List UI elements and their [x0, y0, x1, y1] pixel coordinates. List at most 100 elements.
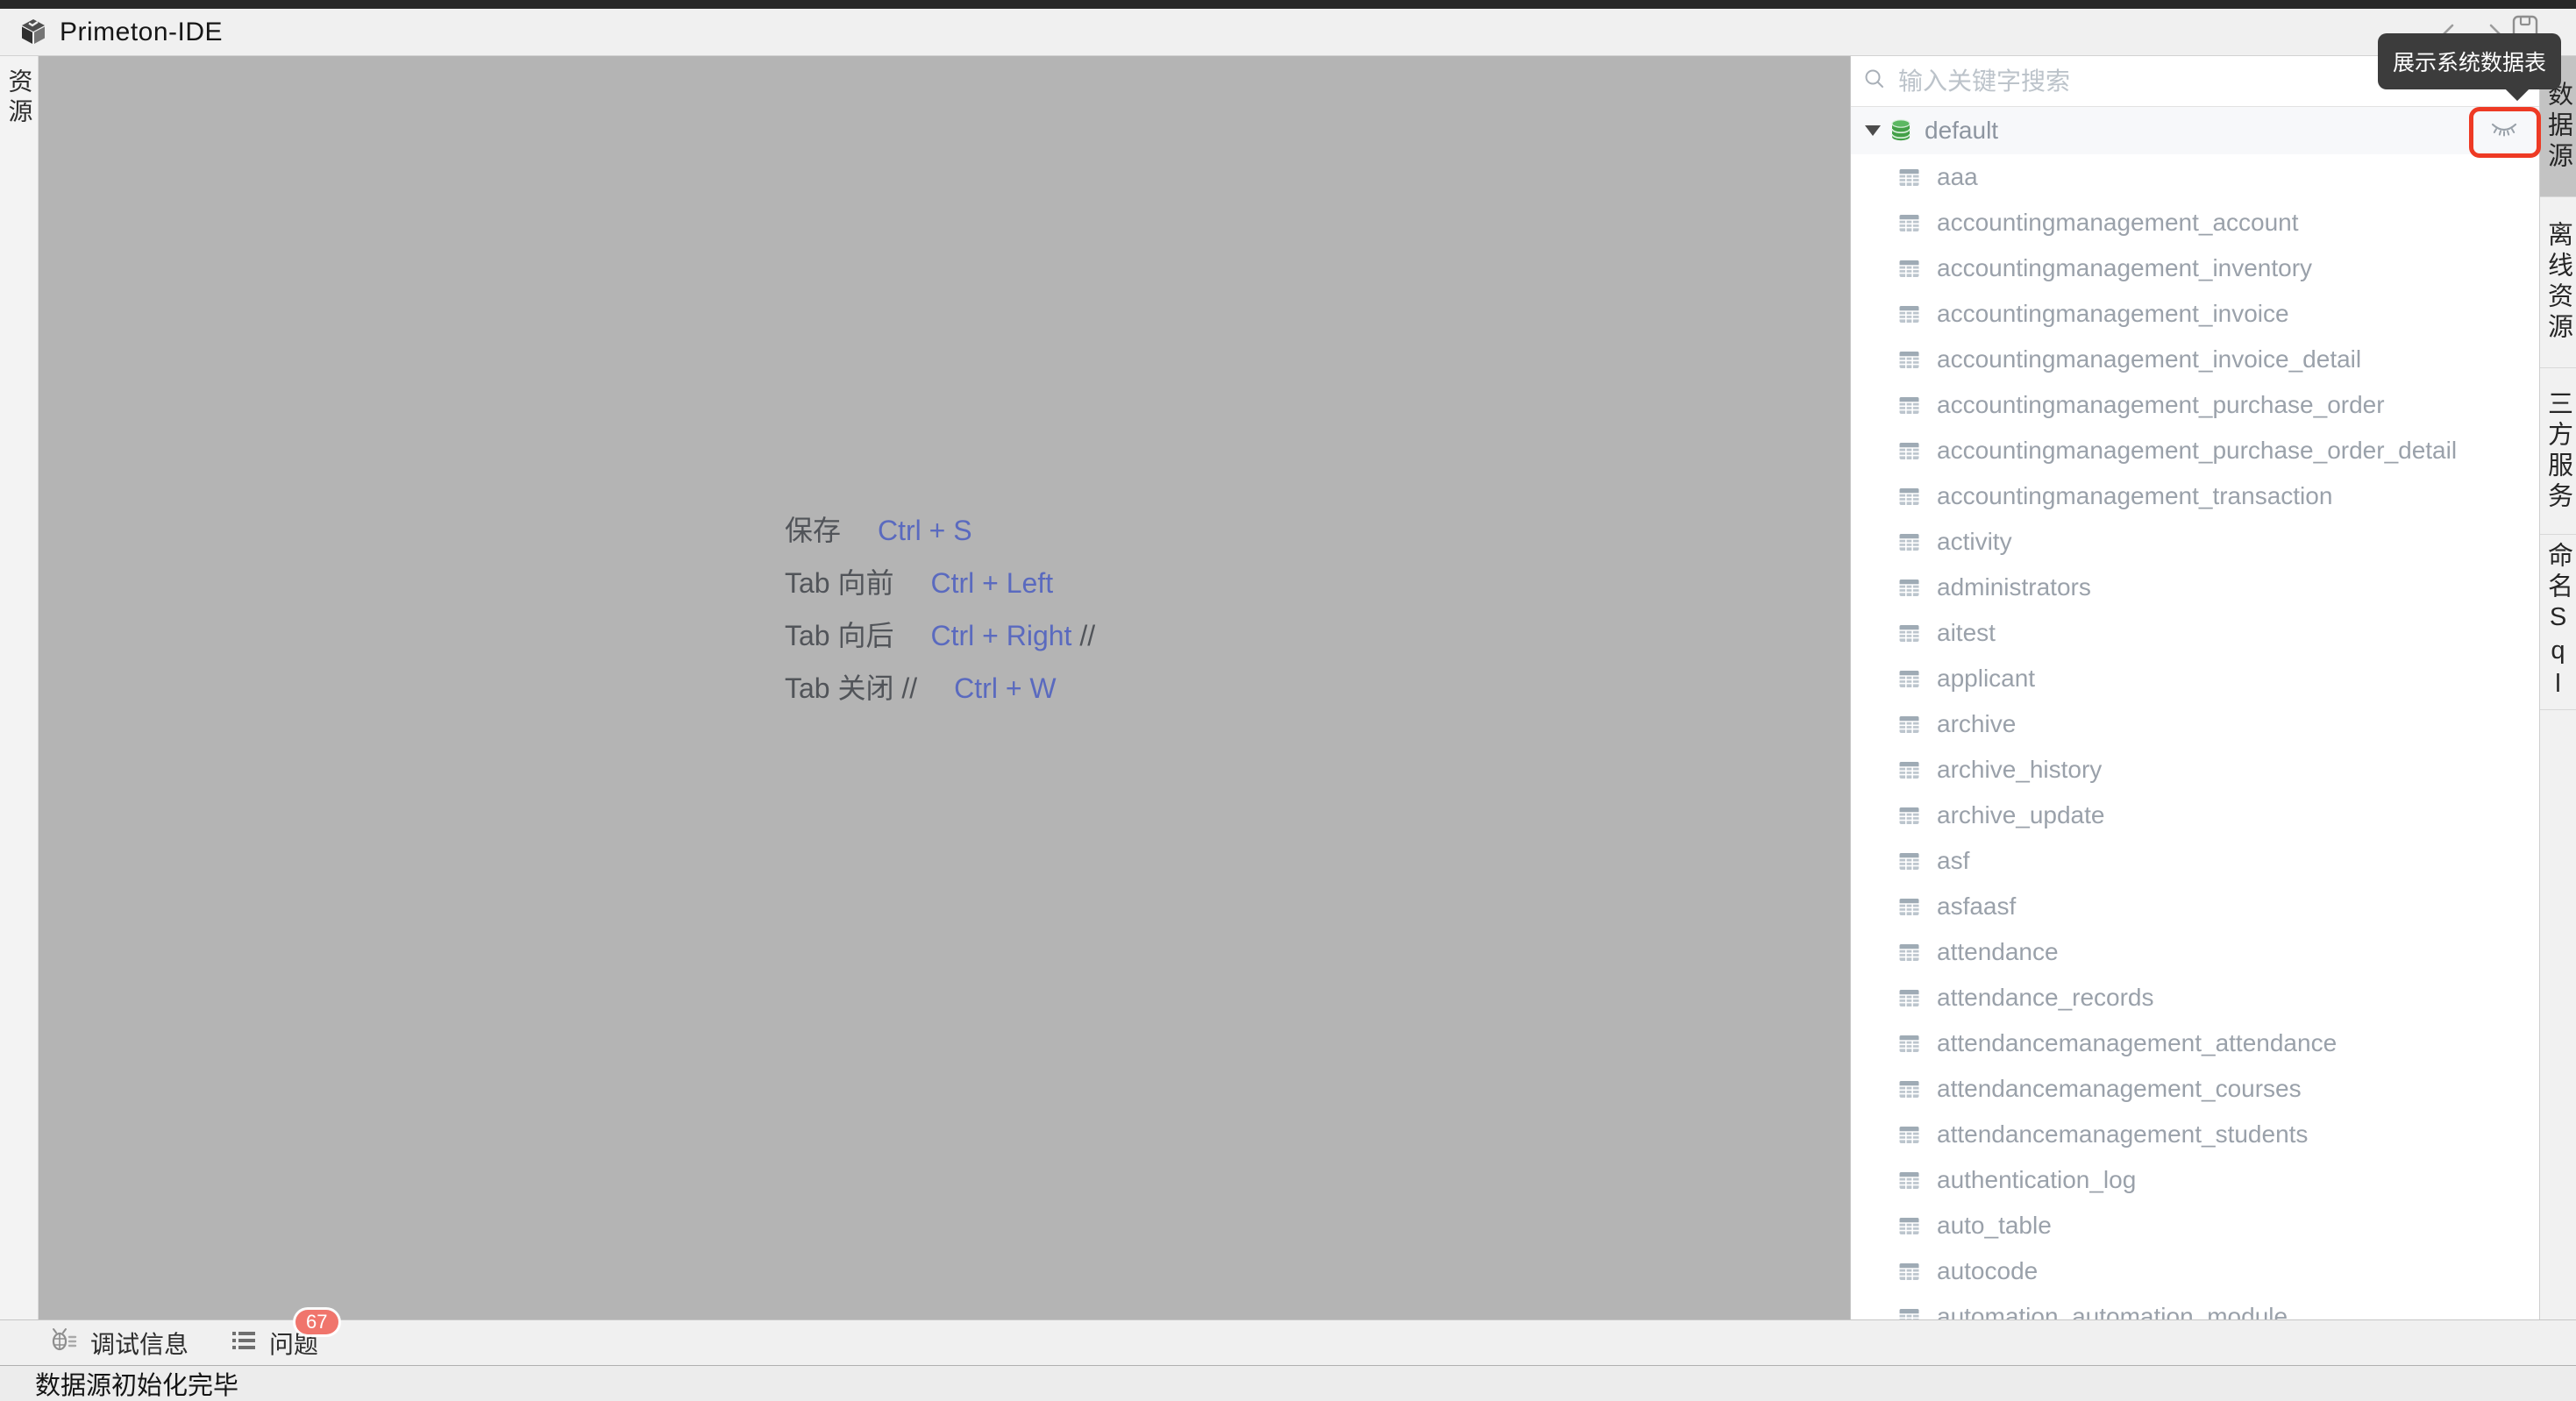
- table-row[interactable]: accountingmanagement_invoice_detail: [1851, 337, 2539, 382]
- table-row[interactable]: auto_table: [1851, 1203, 2539, 1248]
- table-row[interactable]: archive_history: [1851, 747, 2539, 793]
- table-row[interactable]: attendance: [1851, 929, 2539, 975]
- table-icon: [1897, 895, 1921, 919]
- table-row[interactable]: accountingmanagement_transaction: [1851, 473, 2539, 519]
- table-label: accountingmanagement_invoice_detail: [1937, 345, 2361, 373]
- table-label: archive_update: [1937, 801, 2104, 829]
- table-label: archive: [1937, 710, 2016, 738]
- table-row[interactable]: authentication_log: [1851, 1157, 2539, 1203]
- debug-info-label: 调试信息: [90, 1326, 189, 1361]
- table-row[interactable]: accountingmanagement_inventory: [1851, 245, 2539, 291]
- expander-down-icon[interactable]: [1865, 125, 1881, 136]
- shortcut-keys: Ctrl + Left: [931, 567, 1054, 599]
- table-row[interactable]: accountingmanagement_purchase_order: [1851, 382, 2539, 428]
- shortcut-row: 保存 Ctrl + S: [785, 514, 1095, 547]
- shortcut-row: Tab 关闭 // Ctrl + W: [785, 672, 1095, 705]
- table-row[interactable]: asfaasf: [1851, 884, 2539, 929]
- screen-top-strip: [0, 0, 2576, 9]
- table-icon: [1897, 1123, 1921, 1147]
- table-label: aaa: [1937, 163, 1978, 191]
- tooltip: 展示系统数据表: [2378, 33, 2561, 89]
- table-icon: [1897, 713, 1921, 736]
- table-row[interactable]: accountingmanagement_invoice: [1851, 291, 2539, 337]
- table-label: activity: [1937, 528, 2012, 556]
- shortcut-label: 保存: [785, 514, 841, 547]
- problems-button[interactable]: 问题 67: [231, 1326, 318, 1361]
- table-row[interactable]: aaa: [1851, 154, 2539, 200]
- app-logo-icon: [18, 17, 49, 48]
- search-icon: [1863, 68, 1886, 95]
- table-list: aaa accountingmanagement_account: [1851, 154, 2539, 1319]
- table-icon: [1897, 211, 1921, 235]
- table-label: attendancemanagement_courses: [1937, 1075, 2302, 1103]
- right-rail: 数据源 离线资源 三方服务 命名Sql: [2539, 56, 2576, 1319]
- right-rail-tab[interactable]: 命名Sql: [2540, 535, 2576, 710]
- table-label: attendancemanagement_attendance: [1937, 1029, 2337, 1057]
- table-label: attendance: [1937, 938, 2059, 966]
- table-row[interactable]: attendancemanagement_courses: [1851, 1066, 2539, 1112]
- datasource-label: default: [1925, 117, 1998, 145]
- editor-canvas: 保存 Ctrl + S Tab 向前 Ctrl + Left Tab 向后 Ct…: [39, 56, 1850, 1319]
- table-label: asf: [1937, 847, 1969, 875]
- table-icon: [1897, 166, 1921, 189]
- table-icon: [1897, 348, 1921, 372]
- table-row[interactable]: archive: [1851, 701, 2539, 747]
- table-label: applicant: [1937, 665, 2035, 693]
- table-row[interactable]: attendancemanagement_attendance: [1851, 1021, 2539, 1066]
- right-rail-tab-label: 命名Sql: [2540, 542, 2576, 703]
- shortcut-hints: 保存 Ctrl + S Tab 向前 Ctrl + Left Tab 向后 Ct…: [785, 514, 1095, 705]
- right-rail-tab[interactable]: 三方服务: [2540, 368, 2576, 535]
- bug-icon: [48, 1326, 78, 1359]
- table-icon: [1897, 758, 1921, 782]
- table-row[interactable]: accountingmanagement_account: [1851, 200, 2539, 245]
- table-row[interactable]: automation_automation_module: [1851, 1294, 2539, 1319]
- table-icon: [1897, 1305, 1921, 1320]
- table-row[interactable]: administrators: [1851, 565, 2539, 610]
- table-row[interactable]: accountingmanagement_purchase_order_deta…: [1851, 428, 2539, 473]
- table-row[interactable]: archive_update: [1851, 793, 2539, 838]
- table-label: aitest: [1937, 619, 1996, 647]
- table-icon: [1897, 622, 1921, 645]
- list-icon: [231, 1329, 257, 1357]
- table-row[interactable]: attendance_records: [1851, 975, 2539, 1021]
- shortcut-keygroup: Ctrl + Left: [931, 566, 1054, 600]
- table-label: attendancemanagement_students: [1937, 1120, 2308, 1149]
- tooltip-text: 展示系统数据表: [2393, 46, 2546, 77]
- bottom-toolbar: 调试信息 问题 67: [0, 1319, 2576, 1365]
- table-label: auto_table: [1937, 1212, 2052, 1240]
- table-icon: [1897, 394, 1921, 417]
- table-label: accountingmanagement_inventory: [1937, 254, 2312, 282]
- shortcut-keys: Ctrl + S: [878, 515, 972, 546]
- table-label: accountingmanagement_account: [1937, 209, 2299, 237]
- shortcut-keygroup: Ctrl + S: [878, 514, 972, 547]
- shortcut-keys: Ctrl + Right: [931, 620, 1072, 651]
- primeton-ide-window: Primeton-IDE 资源 保存 Ctrl + S Tab 向前 Ctrl …: [0, 0, 2576, 1401]
- datasource-panel: default: [1850, 56, 2539, 1319]
- table-icon: [1897, 1032, 1921, 1056]
- shortcut-row: Tab 向前 Ctrl + Left: [785, 566, 1095, 600]
- table-row[interactable]: attendancemanagement_students: [1851, 1112, 2539, 1157]
- app-title: Primeton-IDE: [60, 18, 223, 47]
- tab-resources[interactable]: 资源: [2, 68, 37, 1319]
- table-icon: [1897, 530, 1921, 554]
- debug-info-button[interactable]: 调试信息: [48, 1326, 189, 1361]
- shortcut-row: Tab 向后 Ctrl + Right //: [785, 619, 1095, 652]
- database-icon: [1888, 117, 1914, 144]
- table-row[interactable]: activity: [1851, 519, 2539, 565]
- right-rail-tab-label: 三方服务: [2540, 390, 2576, 513]
- table-icon: [1897, 850, 1921, 873]
- table-icon: [1897, 1169, 1921, 1192]
- status-message: 数据源初始化完毕: [35, 1365, 238, 1401]
- table-icon: [1897, 302, 1921, 326]
- right-rail-tab[interactable]: 离线资源: [2540, 197, 2576, 368]
- table-icon: [1897, 1260, 1921, 1284]
- right-rail-tab-label: 离线资源: [2540, 221, 2576, 344]
- table-label: accountingmanagement_purchase_order: [1937, 391, 2385, 419]
- datasource-row[interactable]: default: [1851, 107, 2539, 154]
- table-icon: [1897, 485, 1921, 508]
- table-icon: [1897, 1214, 1921, 1238]
- table-row[interactable]: asf: [1851, 838, 2539, 884]
- table-row[interactable]: aitest: [1851, 610, 2539, 656]
- table-row[interactable]: applicant: [1851, 656, 2539, 701]
- table-row[interactable]: autocode: [1851, 1248, 2539, 1294]
